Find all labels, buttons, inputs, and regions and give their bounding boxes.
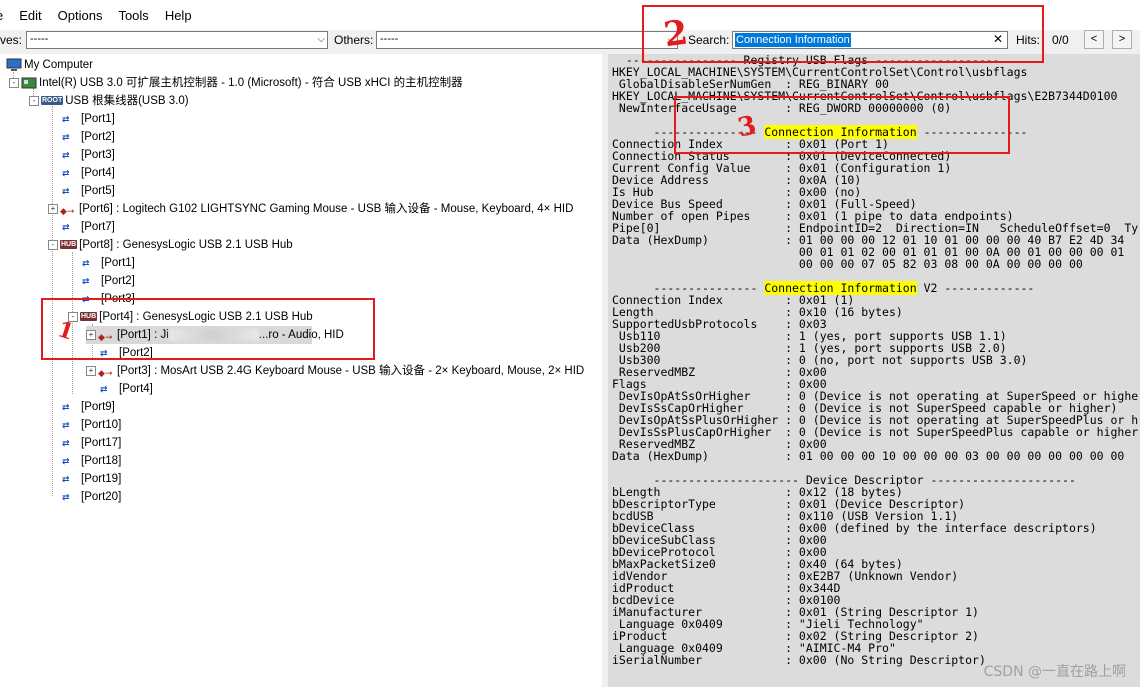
usb-port-icon: ⇄	[62, 455, 70, 466]
tree-label: [Port19]	[81, 473, 122, 485]
tree-label: My Computer	[24, 59, 94, 71]
usb-port-icon: ⇄	[62, 401, 70, 412]
details-line: 00 00 00 07 05 82 03 08 00 0A 00 00 00 0…	[612, 257, 1083, 271]
tree-node-port8[interactable]: - HUB [Port8] : GenesysLogic USB 2.1 USB H…	[48, 236, 293, 254]
menu-item-options[interactable]: Options	[50, 8, 111, 23]
usb-port-icon: ⇄	[100, 383, 108, 394]
tree-label: [Port4]	[119, 383, 153, 395]
usb-device-icon: ◆⇾	[60, 205, 75, 216]
hub-icon: HUB	[60, 240, 78, 250]
root-hub-icon: ROOT	[41, 96, 64, 106]
tree-label: [Port2]	[81, 131, 115, 143]
usb-port-icon: ⇄	[62, 167, 70, 178]
others-combo[interactable]: ----- ⌵	[376, 31, 678, 49]
usb-port-icon: ⇄	[62, 185, 70, 196]
tree-label: [Port1]	[101, 257, 135, 269]
menu-item-tools[interactable]: Tools	[110, 8, 156, 23]
tree-node-port[interactable]: ⇄ [Port4]	[62, 164, 115, 182]
usb-port-icon: ⇄	[62, 419, 70, 430]
tree-node-port7[interactable]: ⇄ [Port7]	[62, 218, 115, 236]
tree-node-port[interactable]: ⇄ [Port19]	[62, 470, 121, 488]
collapse-icon[interactable]: -	[29, 95, 39, 106]
tree-label: [Port3]	[81, 149, 115, 161]
watermark: CSDN @一直在路上啊	[983, 664, 1126, 680]
tree-node-port[interactable]: ⇄ [Port17]	[62, 434, 121, 452]
annotation-box-connection	[674, 96, 1010, 154]
tree-node-port[interactable]: ⇄ [Port5]	[62, 182, 115, 200]
collapse-icon[interactable]: -	[9, 77, 19, 88]
expand-icon[interactable]: +	[48, 203, 58, 214]
tree-node-hub8-port[interactable]: ⇄ [Port2]	[82, 272, 135, 290]
usb-port-icon: ⇄	[62, 149, 70, 160]
chevron-down-icon: ⌵	[317, 34, 325, 45]
collapse-icon[interactable]: -	[48, 239, 58, 250]
usb-port-icon: ⇄	[62, 491, 70, 502]
tree-label: [Port20]	[81, 491, 122, 503]
others-label: Others:	[334, 33, 374, 47]
devices-combo[interactable]: ----- ⌵	[26, 31, 328, 49]
controller-icon	[21, 76, 37, 90]
menu-item-help[interactable]: Help	[157, 8, 200, 23]
details-line: Data (HexDump) : 01 00 00 00 10 00 00 00…	[612, 449, 1125, 463]
usb-port-icon: ⇄	[62, 473, 70, 484]
tree-node-hub8-port3-device[interactable]: + ◆⇾ [Port3] : MosArt USB 2.4G Keyboard Mo…	[86, 362, 584, 380]
tree-label: [Port8] : GenesysLogic USB 2.1 USB Hub	[79, 239, 293, 251]
tree-label: [Port17]	[81, 437, 122, 449]
tree-label: [Port9]	[81, 401, 115, 413]
devices-label: ves:	[0, 33, 23, 47]
tree-node-my-computer[interactable]: My Computer	[6, 56, 93, 74]
tree-label: [Port18]	[81, 455, 122, 467]
tree-label: USB 根集线器(USB 3.0)	[65, 95, 189, 107]
usb-port-icon: ⇄	[82, 257, 90, 268]
tree-node-root-hub[interactable]: - ROOT USB 根集线器(USB 3.0)	[29, 92, 189, 110]
device-tree[interactable]: My Computer - Intel(R) USB 3.0 可扩展主机控制器 -…	[0, 54, 603, 687]
hits-count: 0/0	[1052, 33, 1069, 47]
others-combo-value: -----	[380, 33, 399, 45]
tree-node-port[interactable]: ⇄ [Port10]	[62, 416, 121, 434]
tree-label: [Port4]	[81, 167, 115, 179]
annotation-box-device	[41, 298, 375, 360]
tree-node-port[interactable]: ⇄ [Port18]	[62, 452, 121, 470]
devices-combo-value: -----	[30, 33, 49, 45]
usb-port-icon: ⇄	[62, 131, 70, 142]
tree-label: [Port2]	[101, 275, 135, 287]
tree-label: [Port5]	[81, 185, 115, 197]
usb-device-icon: ◆⇾	[98, 367, 113, 378]
usb-port-icon: ⇄	[62, 437, 70, 448]
tree-label: Intel(R) USB 3.0 可扩展主机控制器 - 1.0 (Microso…	[39, 77, 463, 89]
tree-node-controller[interactable]: - Intel(R) USB 3.0 可扩展主机控制器 - 1.0 (Micros…	[9, 74, 463, 92]
expand-icon[interactable]: +	[86, 365, 96, 376]
tree-node-port[interactable]: ⇄ [Port2]	[62, 128, 115, 146]
tree-label: [Port6] : Logitech G102 LIGHTSYNC Gaming…	[79, 203, 574, 215]
tree-label: [Port10]	[81, 419, 122, 431]
tree-node-hub8-port[interactable]: ⇄ [Port1]	[82, 254, 135, 272]
menu-item-e[interactable]: e	[0, 8, 11, 23]
tree-node-hub8-port4b[interactable]: ⇄ [Port4]	[100, 380, 153, 398]
usb-port-icon: ⇄	[62, 221, 70, 232]
next-hit-button[interactable]: >	[1112, 30, 1132, 49]
tree-label: [Port3] : MosArt USB 2.4G Keyboard Mouse…	[117, 365, 585, 377]
tree-node-port[interactable]: ⇄ [Port20]	[62, 488, 121, 506]
usb-port-icon: ⇄	[62, 113, 70, 124]
tree-node-port6[interactable]: + ◆⇾ [Port6] : Logitech G102 LIGHTSYNC Gam…	[48, 200, 573, 218]
tree-node-port[interactable]: ⇄ [Port1]	[62, 110, 115, 128]
computer-icon	[6, 58, 22, 72]
tree-label: [Port1]	[81, 113, 115, 125]
tree-label: [Port7]	[81, 221, 115, 233]
tree-node-port[interactable]: ⇄ [Port3]	[62, 146, 115, 164]
prev-hit-button[interactable]: <	[1084, 30, 1104, 49]
menu-item-edit[interactable]: Edit	[11, 8, 49, 23]
annotation-box-search	[642, 5, 1044, 63]
tree-node-port[interactable]: ⇄ [Port9]	[62, 398, 115, 416]
usb-port-icon: ⇄	[82, 275, 90, 286]
